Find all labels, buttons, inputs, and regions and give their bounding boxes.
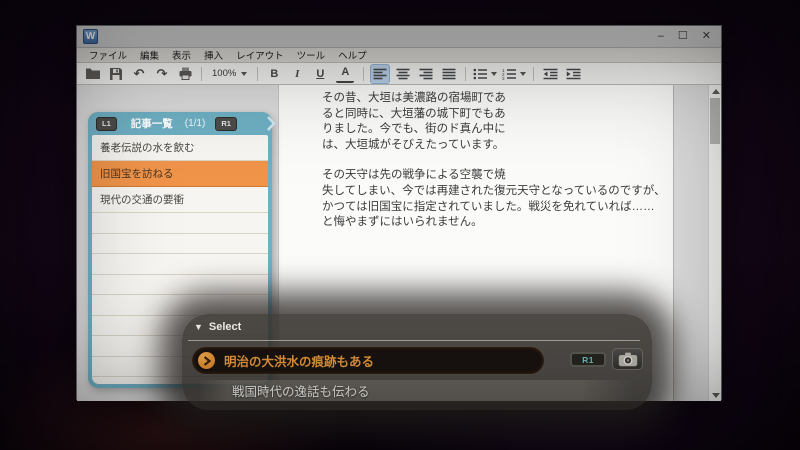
article-item-selected[interactable]: 旧国宝を訪ねる xyxy=(92,161,268,187)
align-justify-button[interactable] xyxy=(440,65,458,83)
open-folder-icon[interactable] xyxy=(84,65,102,83)
doc-line: かつては旧国宝に指定されていました。戦災を免れていれば…… xyxy=(322,200,672,216)
chevron-down-icon xyxy=(241,72,247,76)
increase-indent-button[interactable] xyxy=(564,65,582,83)
camera-button[interactable] xyxy=(612,348,643,370)
font-color-button[interactable]: A xyxy=(336,65,354,83)
doc-line: その天守は先の戦争による空襲で焼 xyxy=(322,168,672,184)
chevron-down-icon xyxy=(491,72,497,76)
article-item[interactable]: 養老伝説の水を飲む xyxy=(92,135,268,161)
r1-button-badge[interactable]: R1 xyxy=(215,117,237,131)
zoom-value: 100% xyxy=(212,68,236,79)
zoom-control[interactable]: 100% xyxy=(209,68,250,79)
minimize-button[interactable]: – xyxy=(658,31,664,42)
align-left-button[interactable] xyxy=(371,65,389,83)
save-icon[interactable] xyxy=(107,65,125,83)
menu-insert[interactable]: 挿入 xyxy=(204,48,223,62)
doc-line: その昔、大垣は美濃路の宿場町であ xyxy=(322,91,672,107)
close-button[interactable]: ✕ xyxy=(702,31,711,42)
print-icon[interactable] xyxy=(176,65,194,83)
maximize-button[interactable]: ☐ xyxy=(678,31,688,42)
app-icon: W xyxy=(83,29,98,44)
divider xyxy=(188,340,640,341)
camera-icon xyxy=(618,352,638,367)
doc-line: は、大垣城がそびえたっています。 xyxy=(322,138,672,154)
page-indicator: (1/1) xyxy=(185,118,206,129)
align-right-button[interactable] xyxy=(417,65,435,83)
undo-icon[interactable]: ↶ xyxy=(130,65,148,83)
article-list-title: 記事一覧 xyxy=(131,116,173,131)
l1-button-badge[interactable]: L1 xyxy=(96,117,117,131)
titlebar: W – ☐ ✕ xyxy=(77,26,721,48)
scrollbar-thumb[interactable] xyxy=(710,98,720,144)
menu-view[interactable]: 表示 xyxy=(172,48,191,62)
menu-tools[interactable]: ツール xyxy=(297,48,326,62)
redo-icon[interactable]: ↷ xyxy=(153,65,171,83)
vertical-scrollbar[interactable] xyxy=(708,85,721,401)
chevron-right-icon xyxy=(267,116,276,136)
toolbar: ↶ ↷ 100% B I U A xyxy=(77,63,721,85)
numbered-list-button[interactable]: 123 xyxy=(502,65,526,83)
document-text: その昔、大垣は美濃路の宿場町であ ると同時に、大垣藩の城下町でもあ りました。今… xyxy=(322,91,672,231)
selected-option-label: 明治の大洪水の痕跡もある xyxy=(224,351,374,370)
article-item-empty xyxy=(92,234,268,255)
doc-line: 失してしまい、今では再建された復元天守となっているのですが、 xyxy=(322,184,672,200)
menubar: ファイル 編集 表示 挿入 レイアウト ツール ヘルプ xyxy=(77,48,721,63)
dropdown-triangle-icon: ▼ xyxy=(194,322,203,332)
select-header: ▼ Select xyxy=(194,321,241,333)
menu-help[interactable]: ヘルプ xyxy=(338,48,367,62)
article-item-empty xyxy=(92,254,268,275)
menu-layout[interactable]: レイアウト xyxy=(236,48,284,62)
article-item-empty xyxy=(92,295,268,316)
next-option-label: 戦国時代の逸話も伝わる xyxy=(232,381,370,400)
doc-line: と悔やまずにはいられません。 xyxy=(322,215,672,231)
r1-button-badge[interactable]: R1 xyxy=(570,352,606,367)
decrease-indent-button[interactable] xyxy=(541,65,559,83)
arrow-circle-icon xyxy=(198,352,215,369)
doc-line: ると同時に、大垣藩の城下町でもあ xyxy=(322,107,672,123)
menu-edit[interactable]: 編集 xyxy=(140,48,159,62)
select-overlay: ▼ Select 明治の大洪水の痕跡もある R1 戦国時代の逸話も伝わる xyxy=(182,314,652,410)
scroll-down-icon[interactable] xyxy=(709,389,721,401)
article-item-empty xyxy=(92,275,268,296)
underline-button[interactable]: U xyxy=(311,65,329,83)
align-center-button[interactable] xyxy=(394,65,412,83)
select-label: Select xyxy=(209,321,241,333)
article-list-header: L1 記事一覧 (1/1) R1 xyxy=(88,112,272,135)
bullet-list-button[interactable] xyxy=(473,65,497,83)
bold-button[interactable]: B xyxy=(265,65,283,83)
chevron-down-icon xyxy=(520,72,526,76)
article-item-empty xyxy=(92,213,268,234)
doc-line: りました。今でも、街のド真ん中に xyxy=(322,122,672,138)
svg-text:3: 3 xyxy=(502,75,505,79)
article-item[interactable]: 現代の交通の要衝 xyxy=(92,187,268,213)
menu-file[interactable]: ファイル xyxy=(89,48,127,62)
scroll-up-icon[interactable] xyxy=(709,85,721,97)
selected-option[interactable]: 明治の大洪水の痕跡もある xyxy=(192,347,544,374)
italic-button[interactable]: I xyxy=(288,65,306,83)
next-option[interactable]: 戦国時代の逸話も伝わる xyxy=(198,380,634,401)
